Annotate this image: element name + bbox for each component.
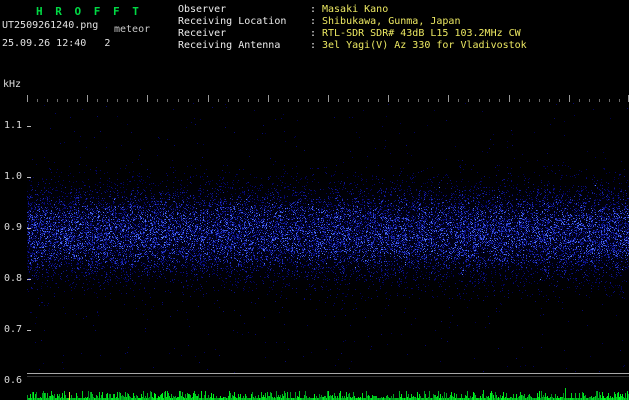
info-label: Receiving Location (178, 16, 287, 27)
app-title: H R O F F T (36, 5, 142, 18)
station-info: Observer : Masaki Kano Receiving Locatio… (178, 4, 527, 52)
timestamp: 25.09.26 12:40 2 (2, 38, 111, 49)
signal-strip-canvas (27, 373, 629, 400)
y-axis-label: 0.6 (4, 375, 23, 386)
output-filename: UT2509261240.png (2, 20, 99, 31)
hrofft-output-image: H R O F F T UT2509261240.png meteor 25.0… (0, 0, 629, 400)
info-row-antenna: Receiving Antenna : 3el Yagi(V) Az 330 f… (178, 40, 527, 52)
info-row-location: Receiving Location : Shibukawa, Gunma, J… (178, 16, 527, 28)
info-row-observer: Observer : Masaki Kano (178, 4, 527, 16)
info-value: RTL-SDR SDR# 43dB L15 103.2MHz CW (322, 28, 521, 39)
info-value: Shibukawa, Gunma, Japan (322, 16, 461, 27)
info-label: Receiver (178, 28, 227, 39)
info-label: Observer (178, 4, 227, 15)
info-row-receiver: Receiver : RTL-SDR SDR# 43dB L15 103.2MH… (178, 28, 527, 40)
info-separator: : (310, 28, 317, 39)
spectrogram-canvas (27, 75, 629, 373)
y-axis-label: 0.8 (4, 273, 23, 284)
info-label: Receiving Antenna (178, 40, 281, 51)
info-separator: : (310, 16, 317, 27)
y-axis-label: 0.7 (4, 324, 23, 335)
info-value: 3el Yagi(V) Az 330 for Vladivostok (322, 40, 527, 51)
y-axis-unit: kHz (3, 79, 22, 90)
y-axis-label: 1.0 (4, 171, 23, 182)
info-separator: : (310, 4, 317, 15)
info-value: Masaki Kano (322, 4, 389, 15)
y-axis-label: 1.1 (4, 120, 23, 131)
y-axis-label: 0.9 (4, 222, 23, 233)
mode-label: meteor (114, 24, 151, 35)
info-separator: : (310, 40, 317, 51)
